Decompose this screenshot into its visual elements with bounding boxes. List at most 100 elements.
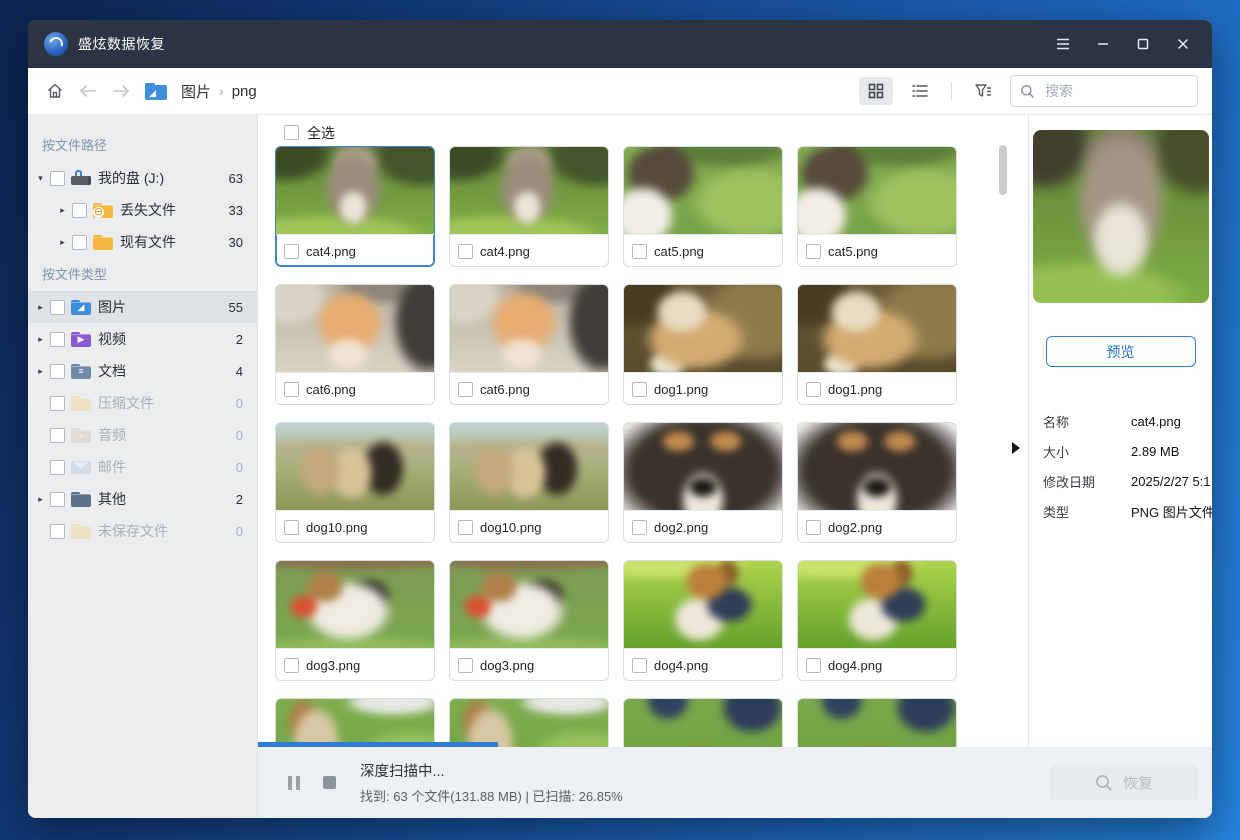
file-tile[interactable]: dog4.png xyxy=(797,560,957,681)
sidebar-item[interactable]: 压缩文件 0 xyxy=(28,387,257,419)
file-checkbox[interactable] xyxy=(458,520,473,535)
detail-label: 类型 xyxy=(1043,502,1131,521)
toolbar-divider xyxy=(951,82,952,100)
pause-scan-button[interactable] xyxy=(288,776,300,790)
file-checkbox[interactable] xyxy=(806,244,821,259)
grid-view-button[interactable] xyxy=(859,77,893,105)
sidebar-item-checkbox[interactable] xyxy=(50,300,65,315)
file-checkbox[interactable] xyxy=(458,244,473,259)
stop-scan-button[interactable] xyxy=(323,776,336,789)
file-tile[interactable]: cat5.png xyxy=(797,146,957,267)
sidebar-item-checkbox[interactable] xyxy=(50,364,65,379)
file-checkbox[interactable] xyxy=(458,382,473,397)
file-tile[interactable]: dog2.png xyxy=(797,422,957,543)
breadcrumb-leaf[interactable]: png xyxy=(232,83,257,100)
sidebar-item[interactable]: ▸ ◢ 图片 55 xyxy=(28,291,257,323)
file-tile[interactable]: cat6.png xyxy=(275,284,435,405)
list-view-button[interactable] xyxy=(903,77,937,105)
sidebar-item-checkbox[interactable] xyxy=(50,171,65,186)
close-button[interactable] xyxy=(1170,31,1196,57)
file-thumbnail xyxy=(624,285,782,372)
sidebar-item[interactable]: ▾ 我的盘 (J:) 63 xyxy=(28,162,257,194)
sidebar-item[interactable]: ▸ ⊖ 丢失文件 33 xyxy=(28,194,257,226)
file-tile[interactable]: cat5.png xyxy=(623,146,783,267)
expand-arrow-icon[interactable]: ▸ xyxy=(34,302,47,313)
file-tile[interactable]: dog2.png xyxy=(623,422,783,543)
scan-summary-text: 找到: 63 个文件(131.88 MB) | 已扫描: 26.85% xyxy=(360,786,623,805)
menu-icon[interactable] xyxy=(1050,31,1076,57)
file-checkbox[interactable] xyxy=(806,658,821,673)
file-checkbox[interactable] xyxy=(632,520,647,535)
forward-button[interactable] xyxy=(108,78,134,104)
file-tile[interactable] xyxy=(449,698,609,747)
file-checkbox[interactable] xyxy=(632,658,647,673)
sidebar-item-checkbox[interactable] xyxy=(72,235,87,250)
expand-arrow-icon[interactable]: ▾ xyxy=(34,173,47,184)
expand-arrow-icon[interactable]: ▸ xyxy=(34,366,47,377)
sidebar-item[interactable]: ▸ 现有文件 30 xyxy=(28,226,257,258)
sidebar-item[interactable]: 未保存文件 0 xyxy=(28,515,257,547)
sidebar-item[interactable]: ♪ 音频 0 xyxy=(28,419,257,451)
preview-button[interactable]: 预览 xyxy=(1046,336,1196,367)
file-tile[interactable]: dog1.png xyxy=(623,284,783,405)
breadcrumb-root[interactable]: 图片 xyxy=(181,81,211,102)
preview-image xyxy=(1033,130,1209,303)
sidebar-item[interactable]: ▸ ▶ 视频 2 xyxy=(28,323,257,355)
sidebar-item[interactable]: ▸ ≡ 文档 4 xyxy=(28,355,257,387)
file-tile[interactable]: dog3.png xyxy=(275,560,435,681)
breadcrumb-folder-icon: ◢ xyxy=(145,83,167,100)
file-checkbox[interactable] xyxy=(284,382,299,397)
detail-row: 名称 cat4.png xyxy=(1043,406,1212,436)
file-checkbox[interactable] xyxy=(284,520,299,535)
sidebar-item-checkbox[interactable] xyxy=(50,428,65,443)
filter-button[interactable] xyxy=(966,77,1000,105)
sidebar-item[interactable]: 邮件 0 xyxy=(28,451,257,483)
file-checkbox[interactable] xyxy=(284,244,299,259)
select-all-checkbox[interactable] xyxy=(284,125,299,140)
file-checkbox[interactable] xyxy=(632,382,647,397)
file-tile[interactable]: cat4.png xyxy=(275,146,435,267)
back-button[interactable] xyxy=(75,78,101,104)
file-name: cat5.png xyxy=(654,244,704,259)
app-logo-icon xyxy=(44,32,68,56)
search-input[interactable] xyxy=(1043,82,1157,100)
file-tile[interactable]: dog4.png xyxy=(623,560,783,681)
sidebar-item-count: 0 xyxy=(236,428,243,443)
sidebar-item-checkbox[interactable] xyxy=(50,524,65,539)
maximize-button[interactable] xyxy=(1130,31,1156,57)
sidebar-item-checkbox[interactable] xyxy=(50,332,65,347)
expand-arrow-icon[interactable]: ▸ xyxy=(34,334,47,345)
recover-button[interactable]: 恢复 xyxy=(1050,765,1198,800)
file-tile[interactable]: dog10.png xyxy=(449,422,609,543)
sidebar-item-checkbox[interactable] xyxy=(50,460,65,475)
file-checkbox[interactable] xyxy=(284,658,299,673)
home-button[interactable] xyxy=(42,78,68,104)
file-checkbox[interactable] xyxy=(806,520,821,535)
sidebar-item-checkbox[interactable] xyxy=(50,492,65,507)
minimize-button[interactable] xyxy=(1090,31,1116,57)
file-tile[interactable] xyxy=(797,698,957,747)
file-tile[interactable]: cat4.png xyxy=(449,146,609,267)
file-checkbox[interactable] xyxy=(458,658,473,673)
file-tile[interactable]: dog3.png xyxy=(449,560,609,681)
file-tile[interactable]: cat6.png xyxy=(449,284,609,405)
sidebar-item[interactable]: ▸ 其他 2 xyxy=(28,483,257,515)
search-box[interactable] xyxy=(1010,75,1198,107)
file-checkbox[interactable] xyxy=(632,244,647,259)
expand-arrow-icon[interactable]: ▸ xyxy=(56,205,69,216)
file-tile[interactable] xyxy=(623,698,783,747)
file-checkbox[interactable] xyxy=(806,382,821,397)
mail-icon xyxy=(71,459,91,475)
sidebar-item-label: 我的盘 (J:) xyxy=(98,168,164,188)
sidebar-item-checkbox[interactable] xyxy=(72,203,87,218)
expand-arrow-icon[interactable]: ▸ xyxy=(34,494,47,505)
file-thumbnail xyxy=(624,423,782,510)
panel-collapse-arrow-icon[interactable] xyxy=(1012,442,1020,454)
expand-arrow-icon[interactable]: ▸ xyxy=(56,237,69,248)
file-tile[interactable] xyxy=(275,698,435,747)
vertical-scrollbar[interactable] xyxy=(999,145,1007,195)
file-tile[interactable]: dog10.png xyxy=(275,422,435,543)
sidebar-item-checkbox[interactable] xyxy=(50,396,65,411)
sidebar-item-count: 33 xyxy=(229,203,243,218)
file-tile[interactable]: dog1.png xyxy=(797,284,957,405)
